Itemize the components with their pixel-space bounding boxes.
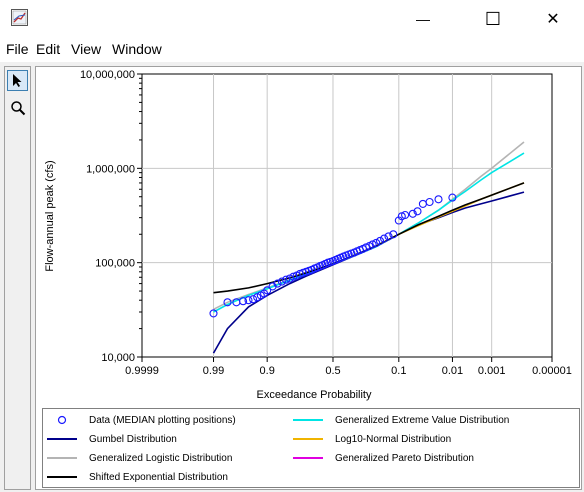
y-axis-ticks: 10,000 100,000 1,000,000 10,000,000 <box>80 69 142 364</box>
legend-label-data: Data (MEDIAN plotting positions) <box>89 414 236 426</box>
legend: Data (MEDIAN plotting positions) Gumbel … <box>42 408 580 488</box>
legend-label-shifted-exp: Shifted Exponential Distribution <box>89 471 228 483</box>
legend-item-pareto: Generalized Pareto Distribution <box>293 449 474 467</box>
x-tick-label: 0.01 <box>442 365 463 377</box>
x-axis-label: Exceedance Probability <box>257 389 372 401</box>
x-tick-label: 0.99 <box>203 365 224 377</box>
legend-swatch-logistic <box>47 457 77 459</box>
legend-swatch-shifted-exp <box>47 476 77 478</box>
legend-item-lognormal: Log10-Normal Distribution <box>293 430 451 448</box>
legend-item-gev: Generalized Extreme Value Distribution <box>293 411 509 429</box>
x-tick-label: 0.001 <box>478 365 506 377</box>
y-tick-label: 10,000 <box>101 352 135 364</box>
legend-swatch-lognormal <box>293 438 323 440</box>
legend-label-gumbel: Gumbel Distribution <box>89 433 177 445</box>
legend-item-data: Data (MEDIAN plotting positions) <box>47 411 236 429</box>
x-tick-label: 0.9999 <box>125 365 159 377</box>
y-tick-label: 100,000 <box>95 258 135 270</box>
y-axis-label: Flow-annual peak (cfs) <box>44 160 56 271</box>
legend-swatch-data <box>57 415 67 425</box>
plot-area <box>141 73 553 358</box>
legend-item-gumbel: Gumbel Distribution <box>47 430 177 448</box>
y-tick-label: 10,000,000 <box>80 69 135 81</box>
y-tick-label: 1,000,000 <box>86 163 135 175</box>
legend-label-gev: Generalized Extreme Value Distribution <box>335 414 510 426</box>
legend-swatch-gev <box>293 419 323 421</box>
x-axis-ticks: 0.9999 0.99 0.9 0.5 0.1 0.01 0.001 0.00001 <box>125 357 572 377</box>
legend-swatch-pareto <box>293 457 323 459</box>
legend-label-lognormal: Log10-Normal Distribution <box>335 433 452 445</box>
legend-label-logistic: Generalized Logistic Distribution <box>89 452 233 464</box>
x-tick-label: 0.5 <box>325 365 340 377</box>
legend-item-shifted-exp: Shifted Exponential Distribution <box>47 468 228 486</box>
x-tick-label: 0.9 <box>260 365 275 377</box>
legend-item-logistic: Generalized Logistic Distribution <box>47 449 232 467</box>
x-tick-label: 0.1 <box>391 365 406 377</box>
legend-label-pareto: Generalized Pareto Distribution <box>335 452 474 464</box>
legend-swatch-gumbel <box>47 438 77 440</box>
x-tick-label: 0.00001 <box>532 365 572 377</box>
